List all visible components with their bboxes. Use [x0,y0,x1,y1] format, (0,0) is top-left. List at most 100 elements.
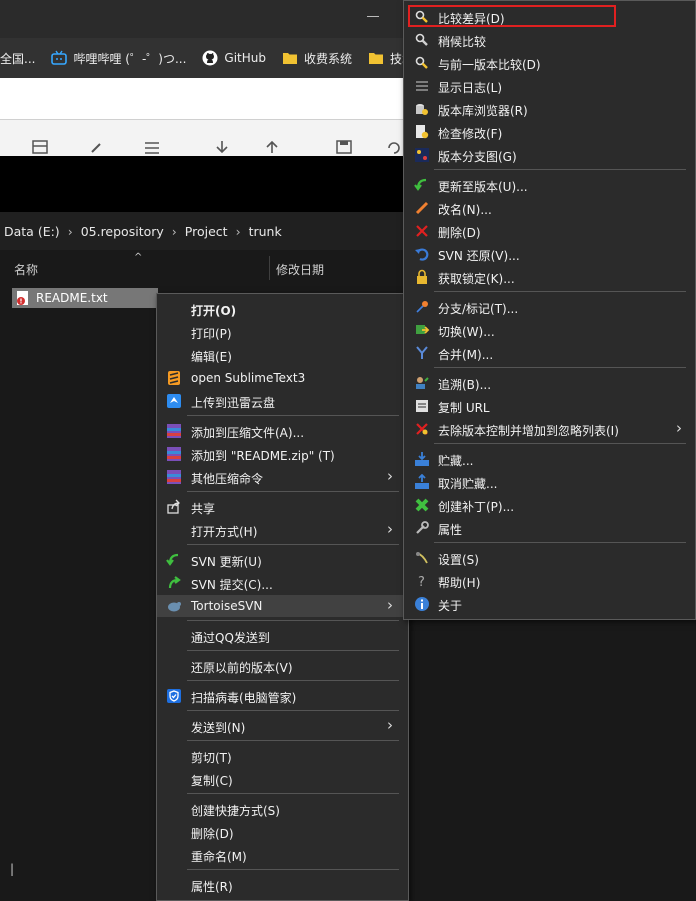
column-header-name[interactable]: 名称 [14,261,38,278]
ctx-item-shortcut[interactable]: 创建快捷方式(S) [157,798,408,820]
breadcrumb-project[interactable]: Project [185,224,228,239]
svn-item-settings[interactable]: 设置(S) [404,547,695,569]
menu-separator [434,291,686,292]
svn-item-switch[interactable]: 切换(W)... [404,319,695,341]
svn-item-unshelve[interactable]: 取消贮藏... [404,471,695,493]
menu-separator [187,793,399,794]
update-to-revision-icon [414,177,430,193]
breadcrumb-repository[interactable]: 05.repository [81,224,164,239]
upload-icon[interactable] [264,140,280,154]
ctx-item-restore[interactable]: 还原以前的版本(V) [157,655,408,677]
table-icon[interactable] [32,140,48,154]
svn-item-merge[interactable]: 合并(M)... [404,342,695,364]
save-icon[interactable] [336,140,352,154]
svn-item-branch-label: 分支/标记(T)... [438,302,519,316]
svn-item-get-lock[interactable]: 获取锁定(K)... [404,266,695,288]
svn-item-about-label: 关于 [438,599,463,613]
download-icon[interactable] [214,140,230,154]
ctx-item-properties[interactable]: 属性(R) [157,874,408,896]
settings-icon [414,550,430,566]
file-name: README.txt [36,291,108,305]
bookmark-1-label: 全国... [0,51,36,66]
ctx-item-thunder[interactable]: 上传到迅雷云盘 [157,390,408,412]
svn-item-rename[interactable]: 改名(N)... [404,197,695,219]
svn-item-repo-browser[interactable]: 版本库浏览器(R) [404,98,695,120]
ctx-item-sublime[interactable]: open SublimeText3 [157,367,408,389]
ctx-item-share-label: 共享 [191,502,216,516]
ctx-item-svn-commit-label: SVN 提交(C)... [191,578,273,592]
menu-separator [187,544,399,545]
ctx-item-tortoisesvn[interactable]: TortoiseSVN › [157,595,408,617]
svn-item-create-patch[interactable]: 创建补丁(P)... [404,494,695,516]
ctx-item-delete[interactable]: 删除(D) [157,821,408,843]
ctx-item-other-compress[interactable]: 其他压缩命令 › [157,466,408,488]
svn-item-revert[interactable]: SVN 还原(V)... [404,243,695,265]
revision-graph-icon [414,147,430,163]
svn-item-about[interactable]: 关于 [404,593,695,615]
svn-item-switch-label: 切换(W)... [438,325,495,339]
svn-item-shelve-label: 贮藏... [438,454,474,468]
revert-icon [414,246,430,262]
svn-item-properties[interactable]: 属性 [404,517,695,539]
svn-item-copy-url[interactable]: 复制 URL [404,395,695,417]
menu-separator [187,491,399,492]
svn-item-help[interactable]: ? 帮助(H) [404,570,695,592]
ctx-item-send-to[interactable]: 发送到(N) › [157,715,408,737]
ctx-item-edit[interactable]: 编辑(E) [157,344,408,366]
svn-item-diff[interactable]: 比较差异(D) [404,6,695,28]
bookmark-1[interactable]: 全国... [0,50,35,67]
ctx-item-share[interactable]: 共享 [157,496,408,518]
bookmark-bilibili-label: 哔哩哔哩 (゜-゜)つ... [73,51,187,66]
status-text: | [10,862,15,876]
svn-item-update-to-rev[interactable]: 更新至版本(U)... [404,174,695,196]
ctx-item-open[interactable]: 打开(O) [157,298,408,320]
bookmark-github[interactable]: GitHub [202,50,266,66]
thunder-cloud-icon [166,393,182,409]
menu-separator [187,620,399,621]
ctx-item-open-with[interactable]: 打开方式(H) › [157,519,408,541]
bookmark-bilibili[interactable]: 哔哩哔哩 (゜-゜)つ... [51,50,186,67]
rename-icon [414,200,430,216]
svn-item-branch[interactable]: 分支/标记(T)... [404,296,695,318]
ctx-item-rename[interactable]: 重命名(M) [157,844,408,866]
github-icon [202,50,218,66]
ctx-item-copy-label: 复制(C) [191,774,233,788]
ctx-item-add-zip[interactable]: 添加到 "README.zip" (T) [157,443,408,465]
undo-icon[interactable] [386,140,402,154]
ctx-item-print[interactable]: 打印(P) [157,321,408,343]
check-modifications-icon [414,124,430,140]
breadcrumb-drive[interactable]: Data (E:) [4,224,60,239]
svn-item-log-label: 显示日志(L) [438,81,503,95]
filter-icon[interactable] [144,140,160,154]
svn-item-blame[interactable]: 追溯(B)... [404,372,695,394]
minimize-icon[interactable] [364,6,382,26]
ctx-item-svn-commit[interactable]: SVN 提交(C)... [157,572,408,594]
ctx-item-svn-update[interactable]: SVN 更新(U) [157,549,408,571]
ctx-item-copy[interactable]: 复制(C) [157,768,408,790]
ctx-item-scan-virus[interactable]: 扫描病毒(电脑管家) [157,685,408,707]
svn-item-check-mods[interactable]: 检查修改(F) [404,121,695,143]
column-header-date[interactable]: 修改日期 [276,261,324,278]
svn-item-log[interactable]: 显示日志(L) [404,75,695,97]
copy-url-icon [414,398,430,414]
svn-item-revision-graph[interactable]: 版本分支图(G) [404,144,695,166]
menu-separator [434,169,686,170]
help-icon: ? [414,573,430,590]
breadcrumb-trunk[interactable]: trunk [249,224,282,239]
bookmark-fee-system[interactable]: 收费系统 [282,50,352,67]
chevron-right-icon: › [676,419,682,437]
svn-item-diff-later[interactable]: 稍候比较 [404,29,695,51]
folder-icon [368,50,384,66]
column-divider[interactable] [269,256,270,280]
ctx-item-qq-send[interactable]: 通过QQ发送到 [157,625,408,647]
svn-item-ignore[interactable]: 去除版本控制并增加到忽略列表(I) › [404,418,695,440]
link-icon[interactable] [88,140,104,154]
svn-item-delete[interactable]: 删除(D) [404,220,695,242]
ctx-item-add-archive[interactable]: 添加到压缩文件(A)... [157,420,408,442]
blame-icon [414,375,430,391]
svn-item-diff-previous[interactable]: 与前一版本比较(D) [404,52,695,74]
ctx-item-cut[interactable]: 剪切(T) [157,745,408,767]
file-row-readme[interactable]: README.txt [12,288,158,308]
svn-item-shelve[interactable]: 贮藏... [404,448,695,470]
menu-separator [434,443,686,444]
